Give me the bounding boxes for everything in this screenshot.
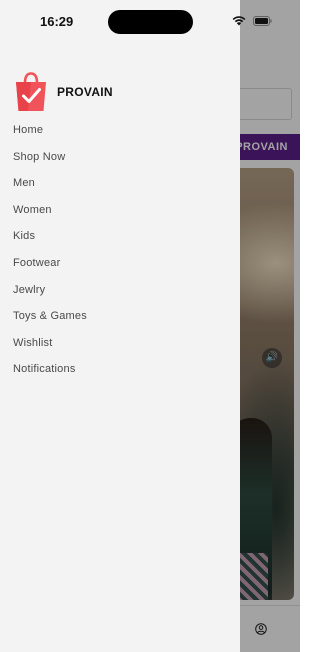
status-time: 16:29 (40, 14, 74, 29)
menu-item-wishlist[interactable]: Wishlist (13, 333, 87, 360)
shopping-bag-check-icon (16, 72, 46, 111)
menu-item-notifications[interactable]: Notifications (13, 359, 87, 386)
menu-item-men[interactable]: Men (13, 173, 87, 200)
menu-item-women[interactable]: Women (13, 200, 87, 227)
menu-item-footwear[interactable]: Footwear (13, 253, 87, 280)
menu-item-kids[interactable]: Kids (13, 226, 87, 253)
menu-item-toys-games[interactable]: Toys & Games (13, 306, 87, 333)
wifi-icon (232, 16, 246, 26)
menu-item-home[interactable]: Home (13, 120, 87, 147)
menu-item-shop-now[interactable]: Shop Now (13, 147, 87, 174)
menu-item-jewlry[interactable]: Jewlry (13, 280, 87, 307)
battery-icon (253, 16, 272, 26)
brand-header[interactable]: PROVAIN (14, 72, 113, 112)
drawer-menu: Home Shop Now Men Women Kids Footwear Je… (13, 120, 87, 386)
brand-name: PROVAIN (57, 85, 113, 99)
status-bar: 16:29 (0, 0, 300, 44)
navigation-drawer: PROVAIN Home Shop Now Men Women Kids Foo… (0, 0, 240, 652)
screen: PROVAIN 🔊 PROVAIN Home Shop Now Men Wome… (0, 0, 300, 652)
dynamic-island (108, 10, 193, 34)
